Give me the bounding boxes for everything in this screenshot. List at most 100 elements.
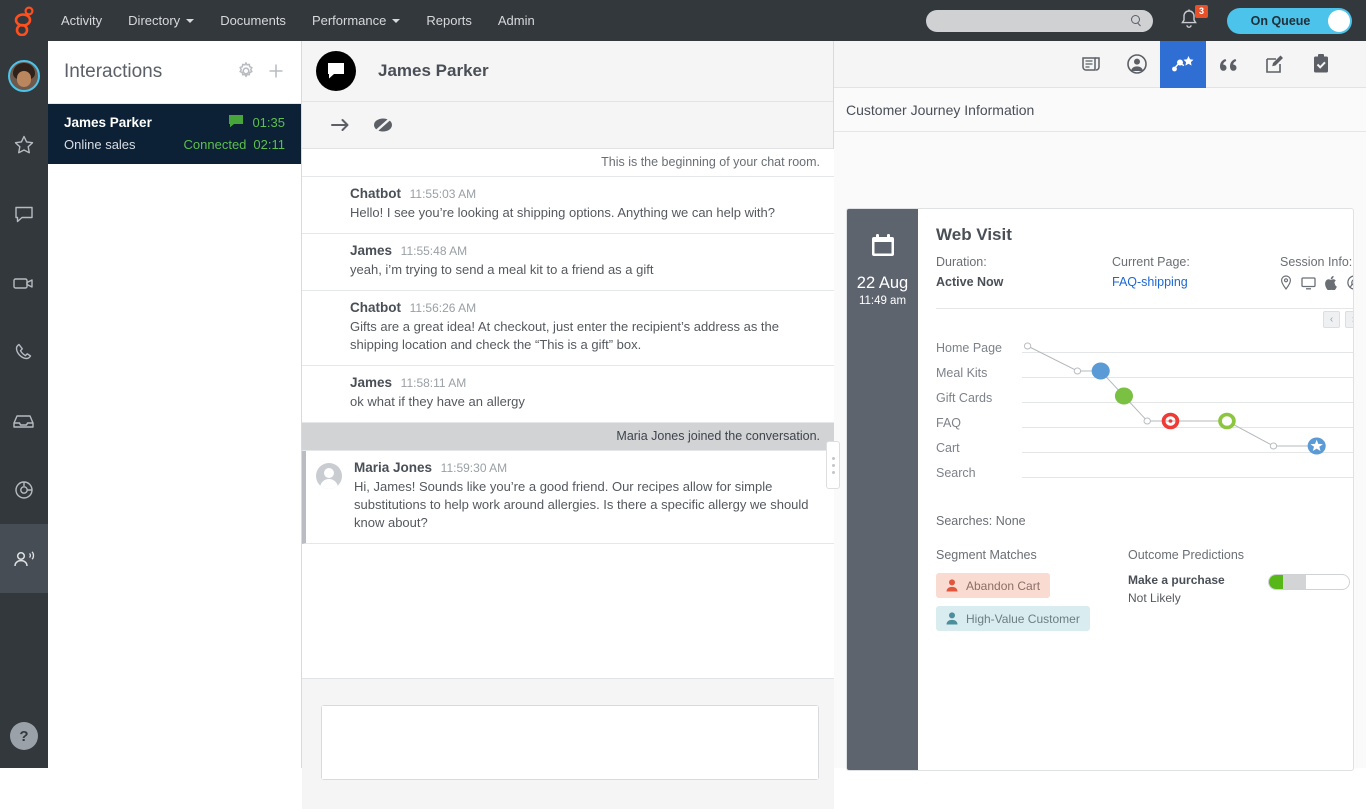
message-time: 11:55:48 AM — [401, 244, 468, 258]
card-date-day: 22 Aug — [847, 274, 918, 293]
rail-avatar[interactable] — [0, 41, 48, 110]
notifications-button[interactable]: 3 — [1179, 8, 1201, 34]
on-queue-toggle[interactable]: On Queue — [1227, 8, 1352, 34]
person-speaking-icon — [11, 547, 37, 571]
quote-icon[interactable] — [1206, 41, 1252, 88]
chat-message: Chatbot 11:55:03 AM Hello! I see you’re … — [302, 177, 834, 234]
interaction-list: James Parker 01:35 Online sales Connecte… — [48, 104, 301, 164]
journey-row-label: Search — [936, 466, 976, 480]
message-text: yeah, i’m trying to send a meal kit to a… — [350, 261, 810, 279]
meta-session-info: Session Info: — [1280, 255, 1354, 290]
sidebar-item-phone[interactable] — [0, 317, 48, 386]
message-author: Maria Jones — [354, 460, 432, 475]
chat-transcript[interactable]: This is the beginning of your chat room.… — [302, 149, 834, 678]
right-panel-toolbar — [834, 41, 1366, 88]
journey-gridline — [1022, 427, 1354, 428]
nav-label: Documents — [220, 13, 286, 28]
journey-row: Gift Cards — [936, 391, 1354, 416]
message-input[interactable] — [322, 706, 818, 779]
outcome-predictions-header: Outcome Predictions — [1128, 548, 1354, 562]
chat-avatar-icon — [316, 51, 356, 91]
pager-next-button[interactable]: › — [1345, 311, 1354, 328]
interactions-header: Interactions — [48, 41, 301, 104]
message-composer[interactable] — [321, 705, 819, 780]
compose-icon[interactable] — [1252, 41, 1298, 88]
sidebar-item-dashboard[interactable] — [0, 455, 48, 524]
script-icon[interactable] — [1068, 41, 1114, 88]
nav-item-directory[interactable]: Directory — [115, 0, 207, 41]
pager-prev-button[interactable]: ‹ — [1323, 311, 1340, 328]
apple-icon — [1325, 275, 1338, 290]
message-author: Chatbot — [350, 300, 401, 315]
genesys-logo[interactable] — [0, 0, 48, 41]
prediction-likelihood: Not Likely — [1128, 591, 1268, 605]
sidebar-item-voicemail[interactable] — [0, 386, 48, 455]
chat-panel: James Parker This is the beginning of yo… — [302, 41, 834, 768]
meta-value: Active Now — [936, 275, 1112, 289]
message-text: Hello! I see you’re looking at shipping … — [350, 204, 810, 222]
meta-label: Current Page: — [1112, 255, 1280, 269]
sidebar-item-favorites[interactable] — [0, 110, 48, 179]
global-search[interactable] — [926, 10, 1153, 32]
journey-row-label: Home Page — [936, 341, 1002, 355]
journey-pager: ‹ › — [1323, 311, 1354, 328]
nav-item-documents[interactable]: Documents — [207, 0, 299, 41]
message-time: 11:55:03 AM — [410, 187, 477, 201]
journey-row-label: FAQ — [936, 416, 961, 430]
gear-icon[interactable] — [237, 62, 255, 83]
sidebar-item-video[interactable] — [0, 248, 48, 317]
prediction-text: Make a purchase Not Likely — [1128, 573, 1268, 605]
prediction-name: Make a purchase — [1128, 573, 1268, 587]
prediction-row: Make a purchase Not Likely — [1128, 573, 1354, 605]
video-icon — [11, 271, 37, 295]
plus-icon[interactable] — [267, 62, 285, 83]
segment-chip-abandon-cart[interactable]: Abandon Cart — [936, 573, 1050, 598]
search-icon — [1131, 15, 1143, 27]
clipboard-check-icon[interactable] — [1298, 41, 1344, 88]
help-button[interactable]: ? — [10, 722, 38, 750]
nav-item-activity[interactable]: Activity — [48, 0, 115, 41]
panel-resize-handle[interactable] — [826, 441, 840, 489]
transfer-icon[interactable] — [320, 102, 362, 149]
composer-area — [302, 678, 834, 809]
interaction-status: Connected — [184, 137, 247, 152]
nav-item-performance[interactable]: Performance — [299, 0, 413, 41]
current-page-link[interactable]: FAQ-shipping — [1112, 275, 1280, 289]
search-input[interactable] — [936, 14, 1131, 28]
calendar-icon — [868, 231, 898, 261]
journey-row: Search — [936, 466, 1354, 491]
sidebar-item-chat[interactable] — [0, 179, 48, 248]
message-time: 11:59:30 AM — [441, 461, 508, 475]
chat-bubble-icon — [228, 114, 244, 130]
chat-message: Chatbot 11:56:26 AM Gifts are a great id… — [302, 291, 834, 366]
journey-chart: ‹ › Home Page Meal Kits Gift Cards — [936, 315, 1354, 500]
chat-message: James 11:55:48 AM yeah, i’m trying to se… — [302, 234, 834, 291]
chat-icon — [12, 202, 36, 226]
journey-row-label: Cart — [936, 441, 960, 455]
profile-icon[interactable] — [1114, 41, 1160, 88]
nav-item-admin[interactable]: Admin — [485, 0, 548, 41]
person-icon — [946, 579, 958, 592]
system-notice: This is the beginning of your chat room. — [302, 149, 834, 177]
interaction-duration: 02:11 — [253, 137, 285, 152]
avatar — [8, 60, 40, 92]
chat-message-agent: Maria Jones 11:59:30 AM Hi, James! Sound… — [302, 451, 834, 544]
page-title: James Parker — [378, 61, 489, 81]
journey-gridline — [1022, 402, 1354, 403]
nav-right-group: 3 On Queue — [926, 8, 1366, 34]
segment-chip-high-value-customer[interactable]: High-Value Customer — [936, 606, 1090, 631]
nav-item-reports[interactable]: Reports — [413, 0, 485, 41]
prediction-bar — [1268, 574, 1350, 590]
message-author: James — [350, 243, 392, 258]
session-icon-group — [1280, 275, 1354, 290]
disconnect-icon[interactable] — [362, 102, 404, 149]
card-heading: Web Visit — [936, 225, 1354, 245]
interaction-timer: 01:35 — [252, 115, 285, 130]
journey-row-label: Gift Cards — [936, 391, 992, 405]
meta-current-page: Current Page: FAQ-shipping — [1112, 255, 1280, 290]
list-item[interactable]: James Parker 01:35 Online sales Connecte… — [48, 104, 301, 164]
journey-icon[interactable] — [1160, 41, 1206, 88]
searches-text: Searches: None — [936, 514, 1354, 528]
sidebar-item-interactions[interactable] — [0, 524, 48, 593]
notification-badge: 3 — [1195, 5, 1208, 18]
